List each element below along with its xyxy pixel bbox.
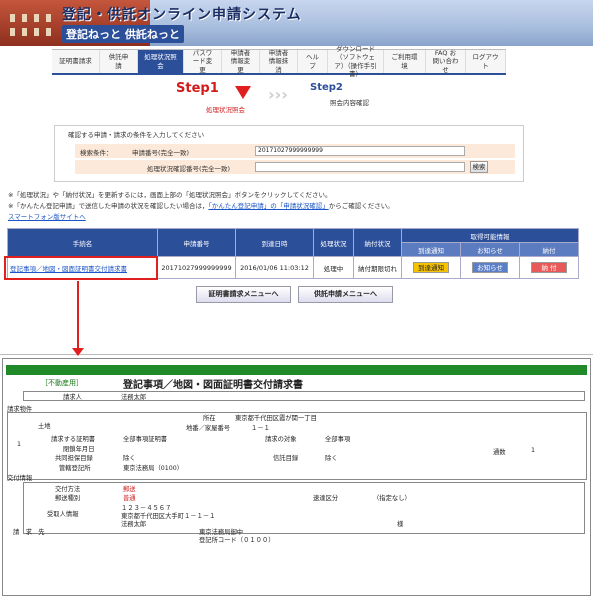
- nav-password[interactable]: パスワード変更: [184, 49, 222, 74]
- dest-code: 登記所コード（０１００）: [199, 537, 275, 544]
- kantan-link[interactable]: 「かんたん登記申請」の「申請状況確認」: [208, 202, 328, 210]
- th-status: 処理状況: [313, 228, 354, 257]
- nav-user-delete[interactable]: 申請者情報抹消: [260, 49, 298, 74]
- form-preview: ［不動産用］ 登記事項／地図・図面証明書交付請求書 請求人 法務太郎 請求物件 …: [2, 358, 591, 596]
- step2: Step2: [310, 82, 343, 93]
- step1: Step1: [176, 81, 219, 96]
- note-2: ※「かんたん登記申請」で送信した申請の状況を確認したい場合は，「かんたん登記申請…: [8, 200, 394, 210]
- app-no-input[interactable]: 20171027999999999: [255, 146, 465, 156]
- site-title: 登記・供託オンライン申請システム: [62, 7, 302, 23]
- th-pay: 納付: [519, 242, 579, 257]
- applicant-label: 請求人: [63, 394, 82, 401]
- proc-no-label: 処理状況確認番号(完全一致): [147, 165, 231, 173]
- th-available: 取得可能情報: [401, 228, 579, 243]
- cert-type-label: 請求する証明書: [51, 436, 96, 443]
- joint-label: 共同担保目録: [55, 455, 93, 462]
- top-nav: 証明書請求 供託申請 処理状況照会 パスワード変更 申請者情報変更 申請者情報抹…: [52, 45, 506, 78]
- nav-cert[interactable]: 証明書請求: [52, 50, 100, 73]
- method-value: 郵送: [123, 486, 136, 493]
- loc-label: 所在: [203, 415, 216, 422]
- web-screen: 登記・供託オンライン申請システム 登記ねっと 供託ねっと 証明書請求 供託申請 …: [0, 0, 593, 355]
- applicant-box: [23, 391, 585, 401]
- nav-help[interactable]: ヘルプ: [298, 50, 328, 73]
- closed-label: 閉鎖年月日: [63, 446, 95, 453]
- applicant-value: 法務太郎: [121, 394, 147, 401]
- nav-deposit[interactable]: 供託申請: [100, 50, 138, 73]
- col-1: 1: [17, 441, 22, 448]
- pointer-line: [77, 281, 79, 349]
- mail-label: 郵送種別: [55, 495, 81, 502]
- proc-no-input[interactable]: [255, 162, 465, 172]
- express-label: 速達区分: [313, 495, 339, 502]
- trust-value: 除く: [325, 455, 338, 462]
- delivery-box: [23, 482, 585, 534]
- row-payment: 納付期限切れ: [353, 256, 402, 279]
- cert-type-value: 全部事項証明書: [123, 436, 168, 443]
- nav-user-change[interactable]: 申請者情報変更: [222, 49, 260, 74]
- num-label: 地番／家屋番号: [186, 425, 231, 432]
- office-value: 東京法務局（0100）: [123, 465, 184, 472]
- form-title: 登記事項／地図・図面証明書交付請求書: [123, 380, 303, 391]
- joint-value: 除く: [123, 455, 136, 462]
- recipient-label: 受取人情報: [47, 511, 79, 518]
- form-tag: ［不動産用］: [41, 379, 83, 387]
- step1-label: 処理状況照会: [206, 106, 245, 114]
- notice-button[interactable]: お知らせ: [472, 262, 508, 273]
- dest-label: 請 求 先: [13, 529, 45, 536]
- row-status: 処理中: [313, 256, 354, 279]
- recipient-name: 法務太郎: [121, 521, 147, 528]
- green-bar: [6, 365, 587, 375]
- delivery-heading: 交付情報: [7, 475, 33, 482]
- app-no-label: 申請番号(完全一致): [132, 149, 190, 157]
- th-notice: お知らせ: [460, 242, 520, 257]
- th-app-no: 申請番号: [157, 228, 236, 257]
- step-down-arrow-icon: [235, 86, 251, 99]
- note-1: ※「処理状況」や「納付状況」を更新するには，画面上部の「処理状況照会」ボタンをク…: [8, 191, 332, 199]
- trust-label: 信託目録: [273, 455, 299, 462]
- row-arrived: 2016/01/06 11:03:12: [235, 256, 314, 279]
- num-value: １－１: [251, 425, 270, 432]
- nav-env[interactable]: ご利用環境: [384, 50, 426, 73]
- step2-label: 照会内容確認: [330, 99, 369, 107]
- copies-label: 通数: [493, 449, 506, 456]
- cond-label: 検索条件：: [80, 149, 113, 157]
- deposit-menu-button[interactable]: 供託申請メニューへ: [298, 286, 393, 303]
- th-arrival-notice: 到達通知: [401, 242, 461, 257]
- office-label: 管轄登記所: [59, 465, 91, 472]
- note-2-text: ※「かんたん登記申請」で送信した申請の状況を確認したい場合は，: [8, 202, 209, 210]
- chevron-right-icon: ›››: [268, 85, 288, 104]
- site-subtitle: 登記ねっと 供託ねっと: [62, 25, 184, 43]
- header-banner: 登記・供託オンライン申請システム 登記ねっと 供託ねっと: [0, 0, 593, 46]
- loc-value: 東京都千代田区霞が関一丁目: [235, 415, 317, 422]
- mail-value: 普通: [123, 495, 136, 502]
- recipient-sama: 様: [397, 521, 404, 528]
- th-arrived: 到達日時: [235, 228, 314, 257]
- nav-status[interactable]: 処理状況照会: [138, 50, 184, 73]
- nav-logout[interactable]: ログアウト: [466, 50, 506, 73]
- copies-value: 1: [531, 447, 536, 454]
- note-2-tail: からご確認ください。: [328, 202, 394, 210]
- smartphone-link[interactable]: スマートフォン版サイトへ: [8, 211, 86, 221]
- arrival-notice-button[interactable]: 到達通知: [413, 262, 449, 273]
- land: 土地: [38, 423, 51, 430]
- search-title: 確認する申請・請求の条件を入力してください: [68, 131, 205, 139]
- row-app-no: 20171027999999999: [157, 256, 236, 279]
- th-payment: 納付状況: [353, 228, 402, 257]
- pay-button[interactable]: 納 付: [531, 262, 567, 273]
- method-label: 交付方法: [55, 486, 81, 493]
- express-value: （指定なし）: [373, 495, 411, 502]
- cert-menu-button[interactable]: 証明書請求メニューへ: [196, 286, 291, 303]
- target-label: 請求の対象: [265, 436, 297, 443]
- search-button[interactable]: 検索: [470, 161, 488, 173]
- highlight-box: [4, 256, 158, 280]
- pointer-arrow-icon: [72, 348, 84, 356]
- nav-download[interactable]: ダウンロード（ソフトウェア）（操作手引書）: [328, 45, 384, 78]
- nav-faq[interactable]: FAQ お問い合わせ: [426, 49, 466, 74]
- th-name: 手続名: [7, 228, 158, 257]
- target-value: 全部事項: [325, 436, 351, 443]
